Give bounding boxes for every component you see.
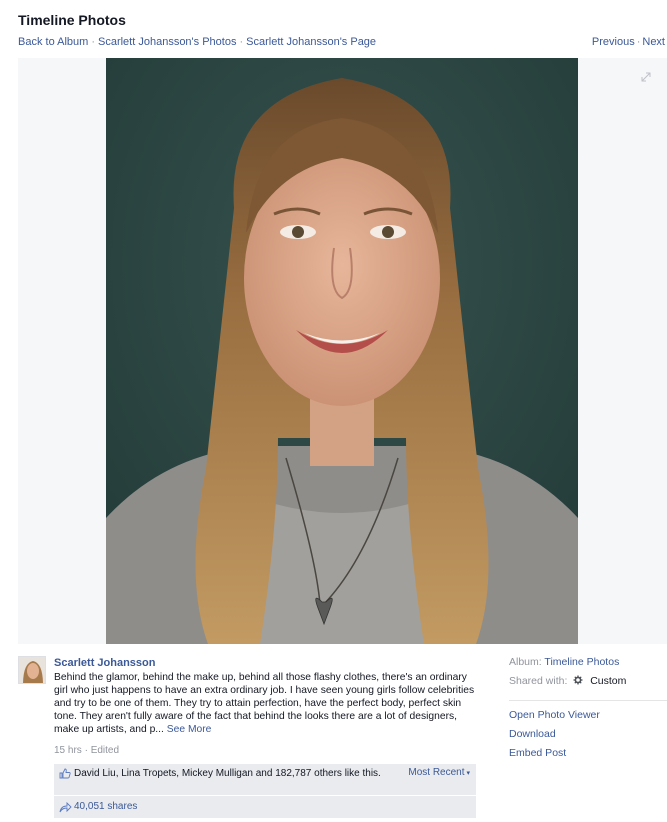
- edited-label[interactable]: Edited: [91, 745, 119, 756]
- post-meta: 15 hrs · Edited: [54, 745, 119, 756]
- shares-count[interactable]: 40,051 shares: [74, 801, 137, 812]
- likes-row: David Liu, Lina Tropets, Mickey Mulligan…: [54, 764, 476, 796]
- album-link[interactable]: Timeline Photos: [544, 656, 619, 668]
- page-title: Timeline Photos: [18, 12, 126, 28]
- post-time[interactable]: 15 hrs: [54, 745, 82, 756]
- likes-summary[interactable]: David Liu, Lina Tropets, Mickey Mulligan…: [74, 767, 384, 781]
- breadcrumb-photos[interactable]: Scarlett Johansson's Photos: [98, 36, 236, 48]
- privacy-selector[interactable]: Custom: [590, 675, 626, 687]
- timeline-photo[interactable]: [106, 58, 578, 644]
- shares-row: 40,051 shares: [54, 796, 476, 818]
- breadcrumb-back-to-album[interactable]: Back to Album: [18, 36, 88, 48]
- album-label: Album:: [509, 656, 542, 668]
- breadcrumb-separator: ·: [239, 36, 244, 48]
- comment-sort-label: Most Recent: [408, 767, 465, 778]
- next-link[interactable]: Next: [642, 36, 665, 48]
- feedback-box: David Liu, Lina Tropets, Mickey Mulligan…: [54, 764, 476, 818]
- post-caption: Behind the glamor, behind the make up, b…: [54, 671, 482, 736]
- breadcrumb-separator: ·: [91, 36, 95, 48]
- shared-with-label: Shared with:: [509, 675, 568, 687]
- expand-icon[interactable]: [641, 72, 651, 82]
- privacy-row: Shared with: Custom: [509, 675, 667, 694]
- embed-post-link[interactable]: Embed Post: [509, 747, 667, 766]
- previous-link[interactable]: Previous: [592, 36, 635, 48]
- open-photo-viewer-link[interactable]: Open Photo Viewer: [509, 709, 667, 728]
- album-row: Album: Timeline Photos: [509, 656, 667, 675]
- gear-icon: [573, 675, 583, 685]
- breadcrumb: Back to Album · Scarlett Johansson's Photo…: [18, 36, 376, 48]
- photo-stage: [18, 58, 667, 644]
- comment-sort-dropdown[interactable]: Most Recent ▾: [408, 767, 470, 778]
- share-icon: [59, 802, 72, 813]
- like-icon: [59, 768, 71, 779]
- sidebar-divider: [509, 700, 667, 701]
- photo-pager: Previous · Next: [592, 36, 665, 48]
- download-link[interactable]: Download: [509, 728, 667, 747]
- photo-sidebar: Album: Timeline Photos Shared with: Cust…: [509, 656, 667, 766]
- breadcrumb-page[interactable]: Scarlett Johansson's Page: [246, 36, 376, 48]
- post-author[interactable]: Scarlett Johansson: [54, 657, 155, 669]
- avatar[interactable]: [18, 656, 46, 684]
- see-more-link[interactable]: See More: [167, 724, 212, 735]
- post-caption-text: Behind the glamor, behind the make up, b…: [54, 672, 475, 735]
- chevron-down-icon: ▾: [464, 770, 470, 777]
